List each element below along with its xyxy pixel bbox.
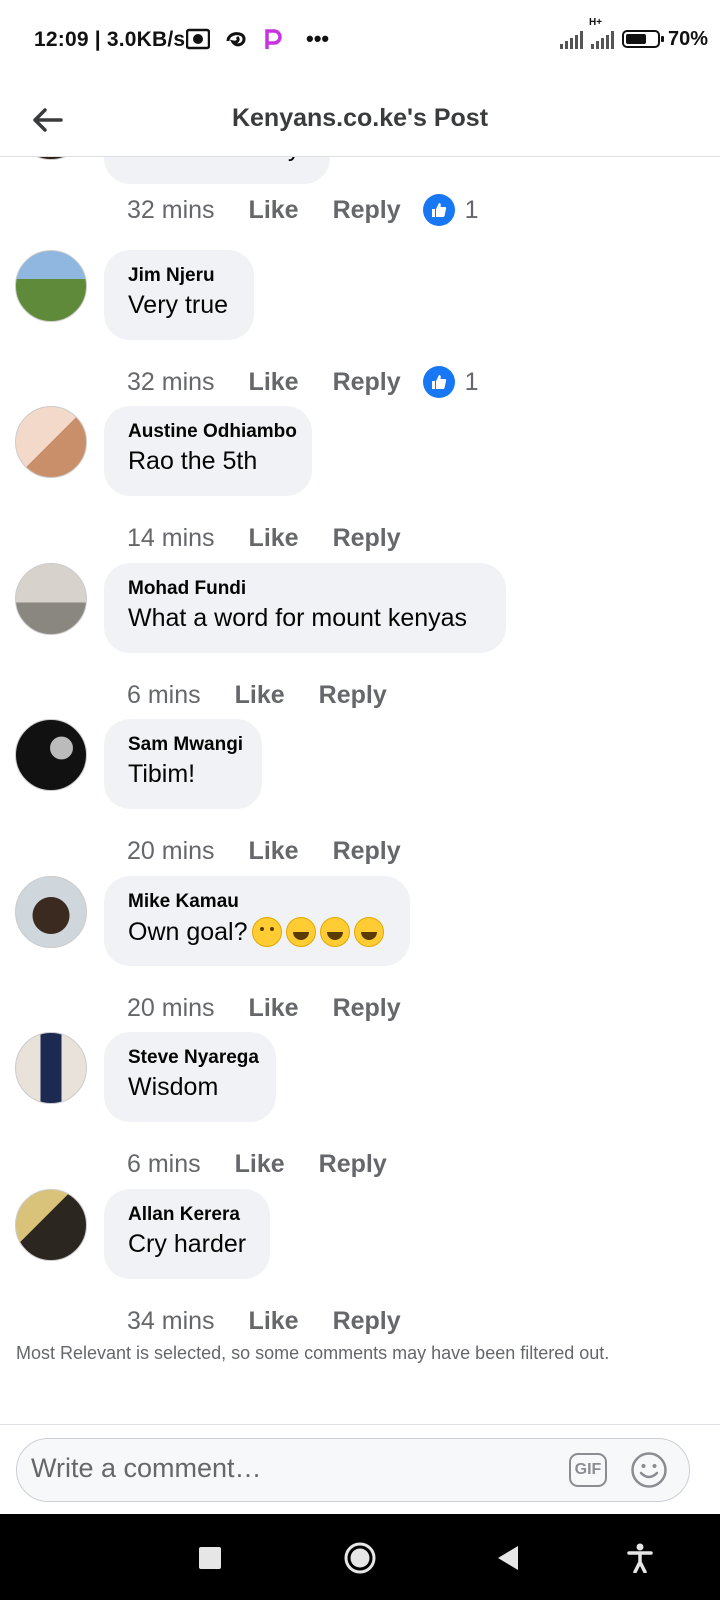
comment-bubble[interactable]: Steve Nyarega Wisdom	[104, 1032, 276, 1122]
avatar[interactable]	[15, 1189, 87, 1261]
comment-time: 34 mins	[127, 1306, 215, 1335]
comment-time: 6 mins	[127, 680, 201, 709]
reply-button[interactable]: Reply	[319, 681, 387, 710]
commenter-name[interactable]: Mike Kamau	[128, 891, 386, 913]
comment-actions: 6 mins Like Reply	[127, 675, 421, 715]
comment-item: Austine Odhiambo Rao the 5th 14 mins Lik…	[0, 406, 720, 566]
avatar[interactable]	[15, 406, 87, 478]
comment-item: Allan Kerera Cry harder 34 mins Like Rep…	[0, 1189, 720, 1349]
comment-actions: 34 mins Like Reply	[127, 1301, 435, 1341]
comment-text: Cry harder	[128, 1230, 247, 1258]
commenter-name[interactable]: Jim Njeru	[128, 265, 230, 287]
commenter-name[interactable]: Mohad Fundi	[128, 578, 482, 600]
like-reaction-icon	[422, 366, 455, 398]
comment-text: What a word for mount kenyas	[128, 604, 468, 632]
avatar[interactable]	[15, 719, 87, 791]
comment-composer: Write a comment… GIF	[0, 1424, 720, 1515]
reply-button[interactable]: Reply	[333, 994, 401, 1023]
comment-actions: 32 mins Like Reply 1	[127, 190, 479, 230]
like-reaction-icon	[422, 194, 455, 226]
square-icon	[199, 1547, 221, 1569]
comment-actions: 32 mins Like Reply 1	[127, 362, 479, 402]
comment-item: Steve Nyarega Wisdom 6 mins Like Reply	[0, 1032, 720, 1192]
accessibility-icon	[627, 1543, 653, 1573]
comment-actions: 20 mins Like Reply	[127, 988, 435, 1028]
reaction-count[interactable]: 1	[422, 366, 479, 398]
page-title: Kenyans.co.ke's Post	[231, 104, 489, 132]
home-button[interactable]	[338, 1536, 382, 1580]
reaction-count[interactable]: 1	[422, 194, 479, 226]
comment-time: 32 mins	[127, 367, 215, 396]
avatar[interactable]	[15, 563, 87, 635]
reply-button[interactable]: Reply	[333, 1307, 401, 1336]
tears-of-joy-emoji	[353, 917, 384, 947]
like-button[interactable]: Like	[249, 368, 299, 397]
accessibility-button[interactable]	[618, 1536, 662, 1580]
reply-button[interactable]: Reply	[333, 524, 401, 553]
comment-time: 20 mins	[127, 993, 215, 1022]
comment-time: 32 mins	[127, 195, 215, 224]
comment-bubble[interactable]: Mohad Fundi What a word for mount kenyas	[104, 563, 506, 653]
commenter-name[interactable]: Austine Odhiambo	[128, 421, 297, 443]
comment-bubble[interactable]: Austine Odhiambo Rao the 5th	[104, 406, 312, 496]
recent-apps-button[interactable]	[188, 1536, 232, 1580]
reply-button[interactable]: Reply	[319, 1150, 387, 1179]
like-button[interactable]: Like	[249, 196, 299, 225]
avatar[interactable]	[15, 1032, 87, 1104]
post-header: Kenyans.co.ke's Post	[0, 86, 720, 157]
comment-input[interactable]: Write a comment… GIF	[16, 1438, 690, 1502]
comments-list[interactable]: Baba is already 32 mins Like Reply 1 Jim…	[0, 0, 720, 1425]
emoji-picker-icon[interactable]	[630, 1451, 668, 1489]
like-button[interactable]: Like	[235, 681, 285, 710]
comment-time: 14 mins	[127, 523, 215, 552]
like-button[interactable]: Like	[249, 994, 299, 1023]
avatar[interactable]	[15, 876, 87, 948]
thinking-face-emoji	[251, 917, 282, 947]
comment-text: Own goal?	[128, 917, 386, 947]
comment-bubble[interactable]: Sam Mwangi Tibim!	[104, 719, 262, 809]
comment-time: 20 mins	[127, 836, 215, 865]
gif-button[interactable]: GIF	[569, 1453, 607, 1487]
circle-home-icon	[344, 1542, 376, 1574]
comment-bubble[interactable]: Mike Kamau Own goal?	[104, 876, 410, 966]
comment-time: 6 mins	[127, 1149, 201, 1178]
comment-text: Wisdom	[128, 1073, 219, 1101]
grinning-sweat-emoji	[285, 917, 316, 947]
triangle-back-icon	[498, 1546, 518, 1570]
comment-text: Rao the 5th	[128, 447, 258, 475]
back-nav-button[interactable]	[486, 1536, 530, 1580]
reply-button[interactable]: Reply	[333, 837, 401, 866]
like-button[interactable]: Like	[249, 524, 299, 553]
commenter-name[interactable]: Sam Mwangi	[128, 734, 243, 756]
comment-item: Mike Kamau Own goal? 20 mins Like Reply	[0, 876, 720, 1036]
tears-of-joy-emoji	[319, 917, 350, 947]
comment-actions: 14 mins Like Reply	[127, 518, 435, 558]
avatar[interactable]	[15, 250, 87, 322]
commenter-name[interactable]: Steve Nyarega	[128, 1047, 259, 1069]
system-navigation-bar	[0, 1514, 720, 1600]
reply-button[interactable]: Reply	[333, 368, 401, 397]
comment-placeholder: Write a comment…	[31, 1453, 262, 1483]
comment-bubble[interactable]: Allan Kerera Cry harder	[104, 1189, 270, 1279]
comment-actions: 6 mins Like Reply	[127, 1144, 421, 1184]
like-button[interactable]: Like	[249, 837, 299, 866]
commenter-name[interactable]: Allan Kerera	[128, 1204, 246, 1226]
like-button[interactable]: Like	[235, 1150, 285, 1179]
comment-item: Jim Njeru Very true 32 mins Like Reply 1	[0, 250, 720, 410]
comment-item: Mohad Fundi What a word for mount kenyas…	[0, 563, 720, 723]
comment-text: Very true	[128, 291, 229, 319]
comment-actions: 20 mins Like Reply	[127, 831, 435, 871]
comment-text: Tibim!	[128, 760, 196, 788]
comment-item: Sam Mwangi Tibim! 20 mins Like Reply	[0, 719, 720, 879]
like-button[interactable]: Like	[249, 1307, 299, 1336]
comment-bubble[interactable]: Jim Njeru Very true	[104, 250, 254, 340]
filter-notice: Most Relevant is selected, so some comme…	[16, 1343, 610, 1363]
reply-button[interactable]: Reply	[333, 196, 401, 225]
